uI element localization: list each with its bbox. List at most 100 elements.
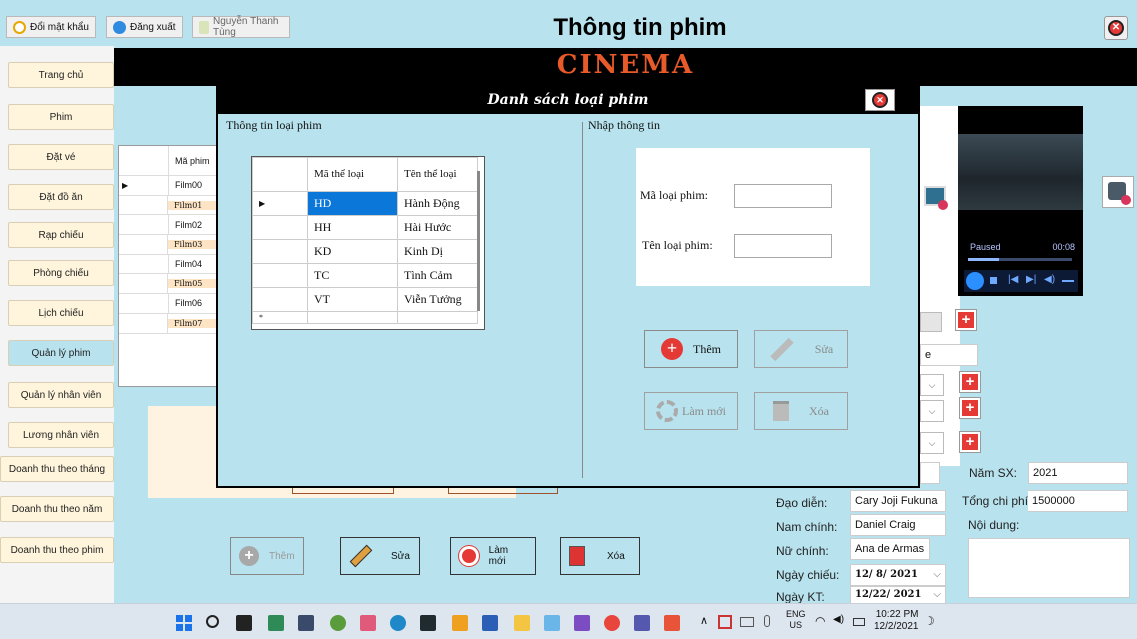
name-input[interactable] [734, 234, 832, 258]
film-delete-button[interactable]: Xóa [560, 537, 640, 575]
row-selector[interactable] [252, 215, 308, 240]
sidebar-item-film-management[interactable]: Quản lý phim [8, 340, 114, 366]
play-icon[interactable] [966, 272, 984, 290]
film-edit-button[interactable]: Sửa [340, 537, 420, 575]
row-selector[interactable] [119, 215, 169, 235]
sidebar-item-food[interactable]: Đặt đồ ăn [8, 184, 114, 210]
genre-code-cell[interactable]: VT [307, 287, 398, 312]
clock[interactable]: 10:22 PM 12/2/2021 [874, 609, 919, 633]
table-row[interactable]: Film02 [119, 215, 217, 236]
search-icon[interactable] [206, 615, 219, 628]
stop-icon[interactable] [990, 277, 997, 284]
sidebar-item-staff-management[interactable]: Quản lý nhân viên [8, 382, 114, 408]
genre-name-cell[interactable]: Tình Cảm [397, 263, 478, 288]
table-row[interactable]: ▶ Film00 [119, 176, 217, 196]
code-input[interactable] [734, 184, 832, 208]
table-row[interactable]: KD Kinh Dị [252, 239, 478, 264]
video-seek-bar[interactable] [968, 258, 1072, 261]
cost-field[interactable]: 1500000 [1028, 490, 1128, 512]
text-field[interactable]: e [920, 344, 978, 366]
edge-icon[interactable] [390, 615, 406, 631]
photo-app-icon[interactable] [452, 615, 468, 631]
film-table[interactable]: Mã phim ▶ Film00 Film01 Film02 Film03 Fil… [118, 145, 218, 387]
show-date-picker[interactable]: 12/ 8/ 2021 ⌵ [850, 564, 946, 586]
add-button[interactable]: + [959, 431, 981, 453]
field-behind-modal[interactable] [920, 462, 940, 484]
notification-icon[interactable]: ☽ [924, 614, 935, 628]
add-button[interactable]: + [959, 397, 981, 419]
genre-code-cell[interactable]: HD [307, 191, 398, 216]
keyboard-icon[interactable] [740, 617, 754, 627]
genre-refresh-button[interactable]: Làm mới [644, 392, 738, 430]
video-upload-button[interactable] [1102, 176, 1134, 208]
genre-name-cell[interactable]: Hài Hước [397, 215, 478, 240]
table-row[interactable]: ▶ HD Hành Động [252, 191, 478, 216]
combo-2[interactable]: ⌵ [920, 400, 944, 422]
genre-name-cell[interactable]: Hành Động [397, 191, 478, 216]
table-row[interactable]: Film01 [119, 195, 217, 216]
tray-overflow-icon[interactable]: ∧ [700, 614, 708, 627]
disabled-field[interactable] [920, 312, 942, 332]
next-icon[interactable]: ▶| [1026, 274, 1036, 285]
genre-name-cell[interactable] [397, 311, 478, 324]
combo-3[interactable]: ⌵ [920, 432, 944, 454]
word-icon[interactable] [482, 615, 498, 631]
row-selector[interactable] [119, 274, 168, 294]
row-selector[interactable] [119, 235, 168, 254]
pen-app-icon[interactable] [330, 615, 346, 631]
image-upload-button[interactable] [920, 182, 952, 214]
combo-1[interactable]: ⌵ [920, 374, 944, 396]
film-add-button[interactable]: + Thêm [230, 537, 304, 575]
table-row[interactable]: Film03 [119, 235, 217, 255]
table-row[interactable]: HH Hài Hước [252, 215, 478, 240]
genre-delete-button[interactable]: Xóa [754, 392, 848, 430]
notes-icon[interactable] [268, 615, 284, 631]
row-selector[interactable] [119, 254, 169, 274]
sidebar-item-revenue-month[interactable]: Doanh thu theo tháng [0, 456, 114, 482]
chrome-icon[interactable] [604, 615, 620, 631]
start-icon[interactable] [176, 615, 192, 631]
table-row[interactable]: Film06 [119, 294, 217, 314]
notion-icon[interactable] [236, 615, 252, 631]
devexpress-icon[interactable] [298, 615, 314, 631]
row-selector[interactable] [252, 287, 308, 312]
content-textarea[interactable] [968, 538, 1130, 598]
row-selector[interactable] [119, 294, 169, 313]
table-row[interactable]: VT Viễn Tưởng [252, 287, 478, 312]
end-date-picker[interactable]: 12/22/ 2021 ⌵ [850, 586, 946, 604]
genre-code-cell[interactable]: TC [307, 263, 398, 288]
teams-icon[interactable] [634, 615, 650, 631]
table-row[interactable]: Film04 [119, 254, 217, 275]
microphone-icon[interactable] [764, 615, 770, 627]
table-row[interactable]: Film05 [119, 274, 217, 295]
add-button[interactable]: + [959, 371, 981, 393]
change-password-button[interactable]: Đổi mật khẩu [6, 16, 96, 38]
battery-icon[interactable] [853, 618, 865, 626]
drawing-app-icon[interactable] [544, 615, 560, 631]
row-selector[interactable]: ▶ [119, 176, 169, 195]
genre-edit-button[interactable]: Sửa [754, 330, 848, 368]
film-refresh-button[interactable]: Làm mới [450, 537, 536, 575]
row-selector[interactable]: * [252, 311, 308, 324]
volume-slider[interactable] [1062, 280, 1074, 282]
sidebar-item-salary[interactable]: Lương nhân viên [8, 422, 114, 448]
volume-icon[interactable]: ◀) [833, 614, 844, 625]
user-button[interactable]: Nguyễn Thanh Tùng [192, 16, 290, 38]
sidebar-item-revenue-year[interactable]: Doanh thu theo năm [0, 496, 114, 522]
genre-code-cell[interactable]: HH [307, 215, 398, 240]
sidebar-item-tickets[interactable]: Đặt vé [8, 144, 114, 170]
pycharm-icon[interactable] [420, 615, 436, 631]
visual-studio-icon[interactable] [574, 615, 590, 631]
year-field[interactable]: 2021 [1028, 462, 1128, 484]
sidebar-item-films[interactable]: Phim [8, 104, 114, 130]
row-selector[interactable]: ▶ [252, 191, 308, 216]
sidebar-item-revenue-film[interactable]: Doanh thu theo phim [0, 537, 114, 563]
row-selector[interactable] [252, 263, 308, 288]
genre-add-button[interactable]: + Thêm [644, 330, 738, 368]
tray-app-icon[interactable] [718, 615, 732, 629]
female-lead-field[interactable]: Ana de Armas [850, 538, 930, 560]
table-row[interactable]: TC Tình Cảm [252, 263, 478, 288]
sidebar-item-cinemas[interactable]: Rạp chiếu [8, 222, 114, 248]
folder-icon[interactable] [514, 615, 530, 631]
close-app-button[interactable]: ✕ [1104, 16, 1128, 40]
